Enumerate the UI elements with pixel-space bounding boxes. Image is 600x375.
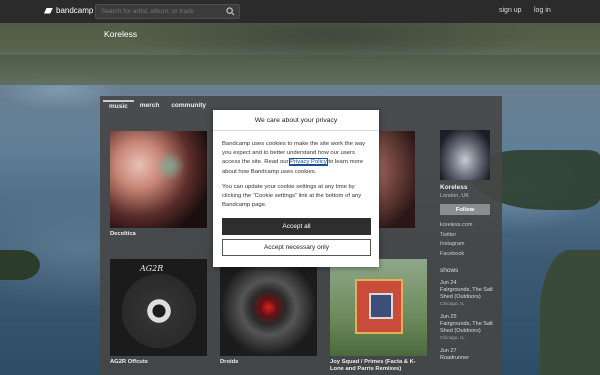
twitter-link[interactable]: Twitter	[440, 231, 495, 241]
album-card[interactable]: Decoltica	[110, 131, 207, 238]
dialog-title: We care about your privacy	[213, 110, 379, 131]
artist-header-title[interactable]: Koreless	[104, 29, 137, 39]
cookie-intro-text: Bandcamp uses cookies to make the site w…	[222, 140, 371, 177]
cookie-settings-text: You can update your cookie settings at a…	[222, 183, 362, 209]
shows-heading: shows	[440, 267, 459, 274]
disc-graphic	[122, 274, 196, 348]
top-navigation-bar: bandcamp sign up log in	[0, 0, 600, 23]
album-cover[interactable]: AG2R	[110, 259, 207, 356]
album-card[interactable]: Droids	[220, 259, 317, 366]
show-venue: Roadrunner	[440, 355, 470, 361]
artist-location: London, UK	[440, 193, 470, 199]
instagram-link[interactable]: Instagram	[440, 240, 495, 250]
show-date: Jun 27	[440, 348, 457, 354]
log-in-link[interactable]: log in	[534, 7, 551, 14]
search-input[interactable]	[96, 5, 221, 18]
dialog-body: Bandcamp uses cookies to make the site w…	[213, 131, 379, 210]
tab-bar: music merch community	[103, 100, 212, 114]
tab-community[interactable]: community	[165, 100, 212, 114]
album-cover[interactable]	[330, 259, 427, 356]
show-city: Chicago, IL	[440, 336, 465, 341]
sign-up-link[interactable]: sign up	[499, 7, 522, 14]
album-title[interactable]: AG2R Offcuts	[110, 359, 207, 366]
bandcamp-logo-icon	[44, 7, 53, 14]
show-item[interactable]: Jun 27 Roadrunner	[440, 348, 495, 362]
album-title[interactable]: Joy Squad / Primes (Facta & K-Lone and P…	[330, 359, 427, 373]
search-box	[95, 4, 240, 19]
album-title[interactable]: Decoltica	[110, 231, 207, 238]
artist-links: koreless.com Twitter Instagram Facebook	[440, 221, 495, 259]
show-date: Jun 24	[440, 280, 457, 286]
accept-necessary-button[interactable]: Accept necessary only	[222, 239, 371, 256]
accept-all-button[interactable]: Accept all	[222, 218, 371, 235]
tab-merch[interactable]: merch	[134, 100, 166, 114]
follow-button[interactable]: Follow	[440, 204, 490, 215]
show-item[interactable]: Jun 25 Fairgrounds, The Salt Shed (Outdo…	[440, 314, 495, 342]
cookie-consent-dialog: We care about your privacy Bandcamp uses…	[213, 110, 379, 267]
show-item[interactable]: Jun 24 Fairgrounds, The Salt Shed (Outdo…	[440, 280, 495, 308]
facebook-link[interactable]: Facebook	[440, 250, 495, 260]
album-card[interactable]: AG2R AG2R Offcuts	[110, 259, 207, 366]
album-title[interactable]: Droids	[220, 359, 317, 366]
search-icon[interactable]	[226, 7, 235, 16]
logo-text: bandcamp	[56, 6, 94, 15]
album-card[interactable]: Joy Squad / Primes (Facta & K-Lone and P…	[330, 259, 427, 373]
show-city: Chicago, IL	[440, 302, 465, 307]
cover-art-text: AG2R	[140, 264, 164, 273]
show-venue: Fairgrounds, The Salt Shed (Outdoors)	[440, 287, 493, 300]
album-cover[interactable]	[220, 259, 317, 356]
website-link[interactable]: koreless.com	[440, 221, 495, 231]
artist-name: Koreless	[440, 184, 468, 191]
show-venue: Fairgrounds, The Salt Shed (Outdoors)	[440, 321, 493, 334]
album-cover[interactable]	[110, 131, 207, 228]
bandcamp-logo[interactable]: bandcamp	[44, 6, 93, 15]
privacy-policy-link[interactable]: Privacy Policy	[289, 158, 328, 167]
artist-photo[interactable]	[440, 130, 490, 180]
tab-music[interactable]: music	[103, 100, 134, 114]
artist-sidebar: Koreless London, UK Follow koreless.com …	[440, 130, 495, 362]
show-date: Jun 25	[440, 314, 457, 320]
